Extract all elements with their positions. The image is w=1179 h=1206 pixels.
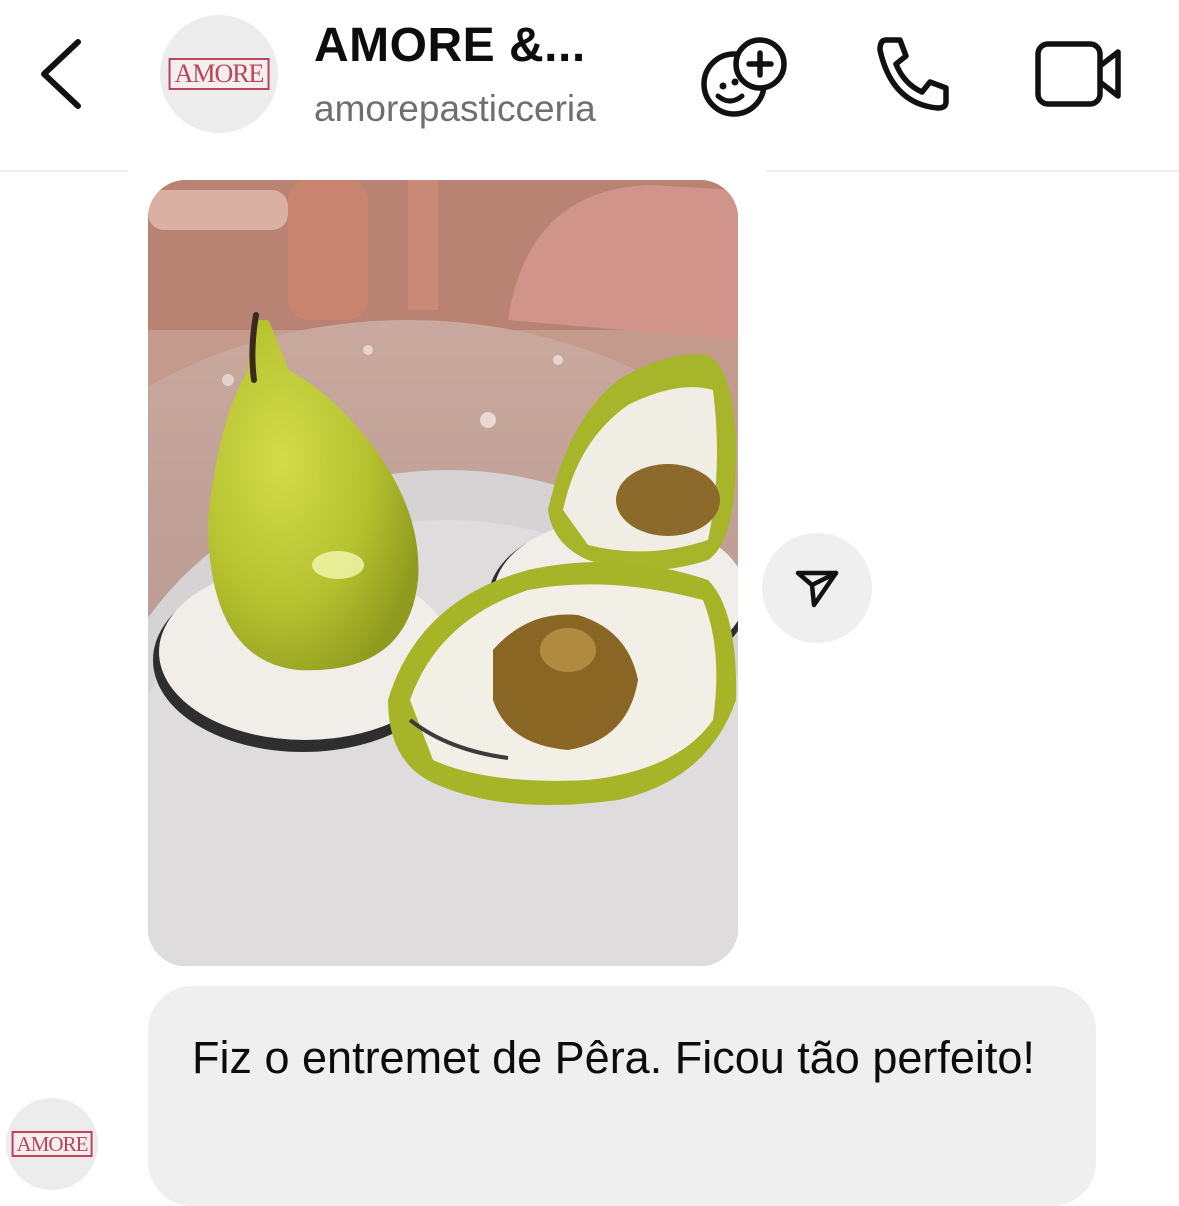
logo-text: AMORE — [174, 59, 265, 88]
share-button[interactable] — [762, 533, 872, 643]
message-bubble[interactable]: Fiz o entremet de Pêra. Ficou tão perfei… — [148, 986, 1096, 1206]
photo-message[interactable] — [148, 180, 738, 966]
video-camera-icon — [1035, 41, 1121, 107]
phone-icon — [877, 37, 949, 111]
amore-logo: AMORE — [11, 1131, 93, 1157]
video-call-button[interactable] — [1032, 36, 1128, 112]
audio-call-button[interactable] — [868, 32, 956, 112]
back-button[interactable] — [30, 30, 90, 120]
sender-avatar[interactable]: AMORE — [6, 1098, 98, 1190]
face-plus-icon — [701, 37, 787, 117]
contact-name[interactable]: AMORE &... — [314, 18, 586, 73]
send-share-icon — [795, 570, 839, 608]
header-divider — [0, 170, 128, 172]
contact-username[interactable]: amorepasticceria — [314, 88, 596, 130]
amore-logo: AMORE — [168, 58, 270, 90]
chevron-left-icon — [41, 39, 81, 109]
header-divider — [766, 170, 1179, 172]
effects-button[interactable] — [698, 34, 790, 120]
contact-avatar[interactable]: AMORE — [160, 15, 278, 133]
pear-dessert-photo — [148, 180, 738, 966]
message-text: Fiz o entremet de Pêra. Ficou tão perfei… — [192, 1032, 1035, 1083]
logo-text: AMORE — [16, 1132, 89, 1156]
